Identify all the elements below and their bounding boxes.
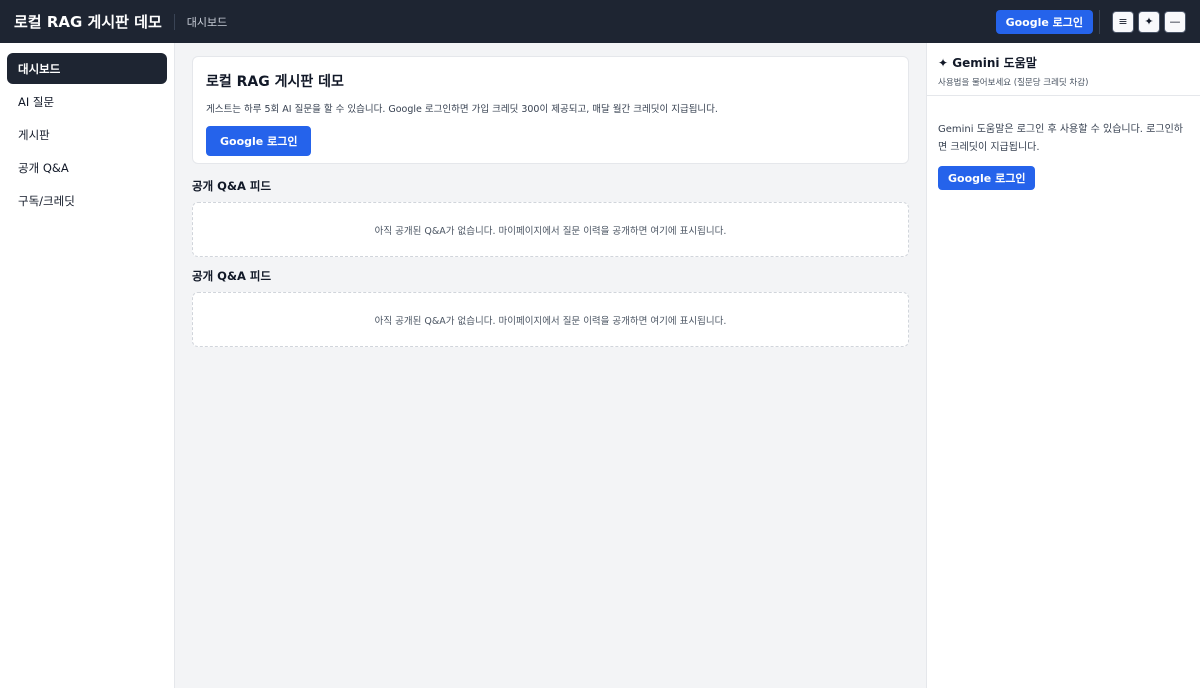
gemini-panel-title: ✦ Gemini 도움말 bbox=[938, 56, 1037, 70]
sidebar-item-subscription[interactable]: 구독/크레딧 bbox=[7, 185, 167, 216]
top-bar: 로컬 RAG 게시판 데모 대시보드 Google 로그인 ≡ ✦ — bbox=[0, 0, 1200, 43]
sparkle-icon[interactable]: ✦ bbox=[1138, 10, 1160, 33]
google-login-button[interactable]: Google 로그인 bbox=[995, 9, 1093, 34]
gemini-panel-header: ✦ Gemini 도움말 사용법을 물어보세요 (질문당 크레딧 차감) bbox=[927, 43, 1200, 96]
sidebar-item-board[interactable]: 게시판 bbox=[7, 119, 167, 150]
feed-title: 공개 Q&A 피드 bbox=[192, 269, 272, 283]
gemini-panel-body: Gemini 도움말은 로그인 후 사용할 수 있습니다. 로그인하면 크레딧이… bbox=[927, 96, 1200, 215]
gemini-help-panel: ✦ Gemini 도움말 사용법을 물어보세요 (질문당 크레딧 차감) Gem… bbox=[926, 43, 1200, 688]
welcome-title: 로컬 RAG 게시판 데모 bbox=[206, 74, 344, 90]
feed-empty-state: 아직 공개된 Q&A가 없습니다. 마이페이지에서 질문 이력을 공개하면 여기… bbox=[192, 292, 909, 347]
minimize-icon[interactable]: — bbox=[1164, 10, 1186, 33]
feed-empty-text: 아직 공개된 Q&A가 없습니다. 마이페이지에서 질문 이력을 공개하면 여기… bbox=[374, 225, 727, 237]
header-actions-divider bbox=[1099, 9, 1100, 34]
welcome-card: 로컬 RAG 게시판 데모 게스트는 하루 5회 AI 질문을 할 수 있습니다… bbox=[192, 56, 909, 164]
sidebar-item-public-qa[interactable]: 공개 Q&A bbox=[7, 152, 167, 183]
welcome-login-button[interactable]: Google 로그인 bbox=[206, 126, 312, 156]
app-title: 로컬 RAG 게시판 데모 bbox=[14, 13, 162, 31]
gemini-login-message: Gemini 도움말은 로그인 후 사용할 수 있습니다. 로그인하면 크레딧이… bbox=[938, 124, 1183, 153]
sidebar-item-dashboard[interactable]: 대시보드 bbox=[7, 53, 167, 84]
sidebar: 대시보드 AI 질문 게시판 공개 Q&A 구독/크레딧 bbox=[0, 43, 175, 688]
breadcrumb: 대시보드 bbox=[186, 15, 228, 29]
feed-title: 공개 Q&A 피드 bbox=[192, 179, 272, 193]
sidebar-item-ai-question[interactable]: AI 질문 bbox=[7, 86, 167, 117]
gemini-panel-subtitle: 사용법을 물어보세요 (질문당 크레딧 차감) bbox=[938, 78, 1089, 88]
menu-icon[interactable]: ≡ bbox=[1112, 10, 1134, 33]
feed-empty-state: 아직 공개된 Q&A가 없습니다. 마이페이지에서 질문 이력을 공개하면 여기… bbox=[192, 202, 909, 257]
header-actions: Google 로그인 ≡ ✦ — bbox=[995, 9, 1186, 34]
feed-empty-text: 아직 공개된 Q&A가 없습니다. 마이페이지에서 질문 이력을 공개하면 여기… bbox=[374, 315, 727, 327]
main-content: 로컬 RAG 게시판 데모 게스트는 하루 5회 AI 질문을 할 수 있습니다… bbox=[175, 43, 926, 688]
gemini-login-button[interactable]: Google 로그인 bbox=[938, 166, 1036, 190]
header-divider bbox=[173, 13, 175, 30]
welcome-description: 게스트는 하루 5회 AI 질문을 할 수 있습니다. Google 로그인하면… bbox=[206, 104, 718, 115]
